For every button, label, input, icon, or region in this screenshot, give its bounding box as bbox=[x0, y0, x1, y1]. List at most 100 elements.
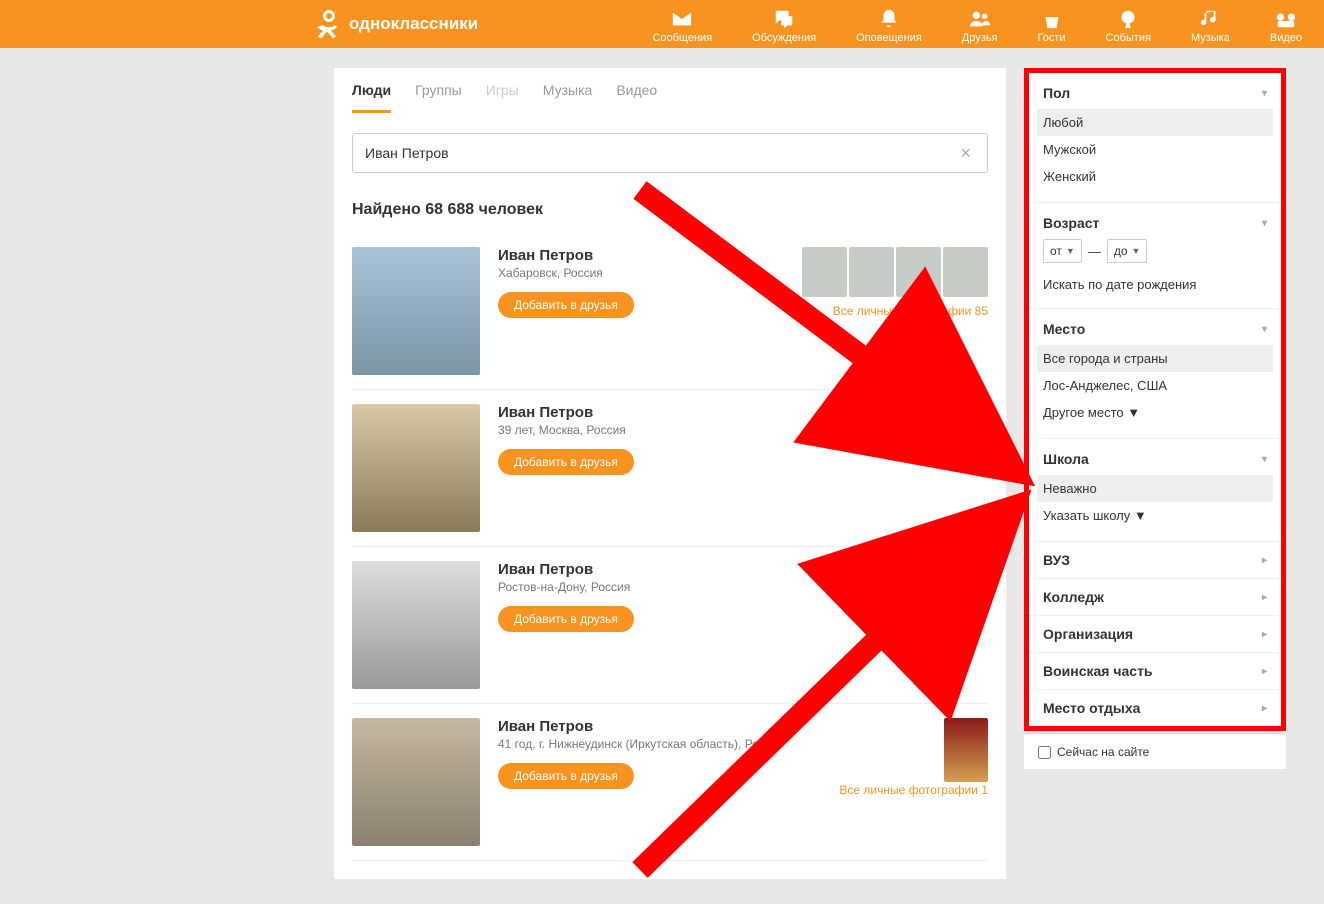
search-box: × bbox=[352, 133, 988, 173]
photo-thumb[interactable] bbox=[849, 247, 894, 297]
gender-male[interactable]: Мужской bbox=[1037, 136, 1273, 163]
result-subtitle: Ростов-на-Дону, Россия bbox=[498, 580, 988, 594]
place-option[interactable]: Лос-Анджелес, США bbox=[1037, 372, 1273, 399]
nav-notifications[interactable]: Оповещения bbox=[856, 8, 922, 48]
tab-music[interactable]: Музыка bbox=[543, 82, 593, 113]
all-photos-link[interactable]: Все личные фотографии 1 bbox=[839, 783, 988, 797]
result-item: Иван Петров Хабаровск, Россия Добавить в… bbox=[352, 233, 988, 390]
avatar[interactable] bbox=[352, 718, 480, 846]
school-noimportant[interactable]: Неважно bbox=[1037, 475, 1273, 502]
place-other[interactable]: Другое место ▼ bbox=[1037, 399, 1273, 426]
envelope-icon bbox=[671, 8, 693, 30]
add-friend-button[interactable]: Добавить в друзья bbox=[498, 606, 634, 632]
filter-org[interactable]: Организация▸ bbox=[1029, 616, 1281, 653]
filter-place: Место▾ Все города и страны Лос-Анджелес,… bbox=[1029, 309, 1281, 439]
gender-any[interactable]: Любой bbox=[1037, 109, 1273, 136]
filter-school-title[interactable]: Школа▾ bbox=[1043, 451, 1267, 467]
guests-icon bbox=[1041, 8, 1063, 30]
search-tabs: Люди Группы Игры Музыка Видео bbox=[334, 68, 1006, 113]
search-row: × bbox=[334, 113, 1006, 183]
add-friend-button[interactable]: Добавить в друзья bbox=[498, 763, 634, 789]
main-column: Люди Группы Игры Музыка Видео × Найдено … bbox=[334, 68, 1006, 879]
result-name[interactable]: Иван Петров bbox=[498, 404, 988, 421]
age-to-select[interactable]: до▼ bbox=[1107, 239, 1148, 263]
music-icon bbox=[1199, 8, 1221, 30]
gender-female[interactable]: Женский bbox=[1037, 163, 1273, 190]
photo-thumbs: Все личные фотографии 85 bbox=[802, 247, 988, 318]
brand-logo[interactable]: одноклассники bbox=[317, 8, 478, 40]
filter-age: Возраст▾ от▼ — до▼ Искать по дате рожден… bbox=[1029, 203, 1281, 309]
nav-friends[interactable]: Друзья bbox=[962, 8, 998, 48]
video-icon bbox=[1275, 8, 1297, 30]
avatar[interactable] bbox=[352, 561, 480, 689]
filter-age-title[interactable]: Возраст▾ bbox=[1043, 215, 1267, 231]
chevron-right-icon: ▸ bbox=[1262, 592, 1267, 603]
ok-logo-icon bbox=[317, 8, 341, 40]
filter-vacation[interactable]: Место отдыха▸ bbox=[1029, 690, 1281, 726]
filter-uni[interactable]: ВУЗ▸ bbox=[1029, 542, 1281, 579]
search-by-dob-link[interactable]: Искать по дате рождения bbox=[1043, 273, 1267, 296]
tab-games[interactable]: Игры bbox=[486, 82, 519, 113]
friends-icon bbox=[969, 8, 991, 30]
page: Люди Группы Игры Музыка Видео × Найдено … bbox=[22, 48, 1302, 879]
chevron-right-icon: ▸ bbox=[1262, 629, 1267, 640]
chevron-right-icon: ▸ bbox=[1262, 666, 1267, 677]
chevron-down-icon: ▾ bbox=[1262, 218, 1267, 229]
results-heading: Найдено 68 688 человек bbox=[352, 201, 988, 219]
topbar: одноклассники Сообщения Обсуждения Опове… bbox=[0, 0, 1324, 48]
result-item: Иван Петров 39 лет, Москва, Россия Добав… bbox=[352, 390, 988, 547]
chat-icon bbox=[773, 8, 795, 30]
chevron-right-icon: ▸ bbox=[1262, 555, 1267, 566]
add-friend-button[interactable]: Добавить в друзья bbox=[498, 292, 634, 318]
bell-icon bbox=[878, 8, 900, 30]
nav-discussions[interactable]: Обсуждения bbox=[752, 8, 816, 48]
nav-guests[interactable]: Гости bbox=[1037, 8, 1065, 48]
result-item: Иван Петров Ростов-на-Дону, Россия Добав… bbox=[352, 547, 988, 704]
top-nav: Сообщения Обсуждения Оповещения Друзья Г… bbox=[652, 0, 1302, 48]
filter-military[interactable]: Воинская часть▸ bbox=[1029, 653, 1281, 690]
chevron-down-icon: ▾ bbox=[1262, 88, 1267, 99]
online-now-checkbox[interactable] bbox=[1038, 746, 1051, 759]
photo-thumb[interactable] bbox=[944, 718, 988, 782]
chevron-down-icon: ▾ bbox=[1262, 454, 1267, 465]
school-specify[interactable]: Указать школу ▼ bbox=[1037, 502, 1273, 529]
events-icon bbox=[1117, 8, 1139, 30]
brand-text: одноклассники bbox=[349, 14, 478, 34]
filter-college[interactable]: Колледж▸ bbox=[1029, 579, 1281, 616]
add-friend-button[interactable]: Добавить в друзья bbox=[498, 449, 634, 475]
dropdown-icon: ▼ bbox=[1066, 246, 1075, 256]
result-item: Иван Петров 41 год, г. Нижнеудинск (Ирку… bbox=[352, 704, 988, 861]
search-input[interactable] bbox=[365, 145, 956, 161]
nav-video[interactable]: Видео bbox=[1270, 8, 1302, 48]
nav-music[interactable]: Музыка bbox=[1191, 8, 1230, 48]
tab-people[interactable]: Люди bbox=[352, 82, 391, 113]
all-photos-link[interactable]: Все личные фотографии 85 bbox=[833, 304, 988, 318]
photo-thumb[interactable] bbox=[943, 247, 988, 297]
chevron-right-icon: ▸ bbox=[1262, 703, 1267, 714]
tab-video[interactable]: Видео bbox=[616, 82, 657, 113]
filter-gender-title[interactable]: Пол▾ bbox=[1043, 85, 1267, 101]
age-from-select[interactable]: от▼ bbox=[1043, 239, 1082, 263]
online-now-checkbox-row: Сейчас на сайте bbox=[1024, 735, 1286, 769]
avatar[interactable] bbox=[352, 404, 480, 532]
tab-groups[interactable]: Группы bbox=[415, 82, 462, 113]
clear-search-icon[interactable]: × bbox=[956, 143, 975, 164]
avatar[interactable] bbox=[352, 247, 480, 375]
results-panel: Найдено 68 688 человек Иван Петров Хабар… bbox=[334, 183, 1006, 879]
photo-thumb[interactable] bbox=[896, 247, 941, 297]
filter-school: Школа▾ Неважно Указать школу ▼ bbox=[1029, 439, 1281, 542]
result-name[interactable]: Иван Петров bbox=[498, 561, 988, 578]
online-now-label: Сейчас на сайте bbox=[1057, 745, 1149, 759]
filter-place-title[interactable]: Место▾ bbox=[1043, 321, 1267, 337]
place-all[interactable]: Все города и страны bbox=[1037, 345, 1273, 372]
photo-thumb[interactable] bbox=[802, 247, 847, 297]
nav-events[interactable]: События bbox=[1106, 8, 1151, 48]
result-subtitle: 39 лет, Москва, Россия bbox=[498, 423, 988, 437]
nav-messages[interactable]: Сообщения bbox=[652, 8, 712, 48]
dropdown-icon: ▼ bbox=[1132, 246, 1141, 256]
filters-column: Пол▾ Любой Мужской Женский Возраст▾ от▼ … bbox=[1024, 68, 1286, 879]
chevron-down-icon: ▾ bbox=[1262, 324, 1267, 335]
filter-gender: Пол▾ Любой Мужской Женский bbox=[1029, 73, 1281, 203]
photo-thumbs: Все личные фотографии 1 bbox=[839, 718, 988, 797]
filters-panel: Пол▾ Любой Мужской Женский Возраст▾ от▼ … bbox=[1024, 68, 1286, 731]
